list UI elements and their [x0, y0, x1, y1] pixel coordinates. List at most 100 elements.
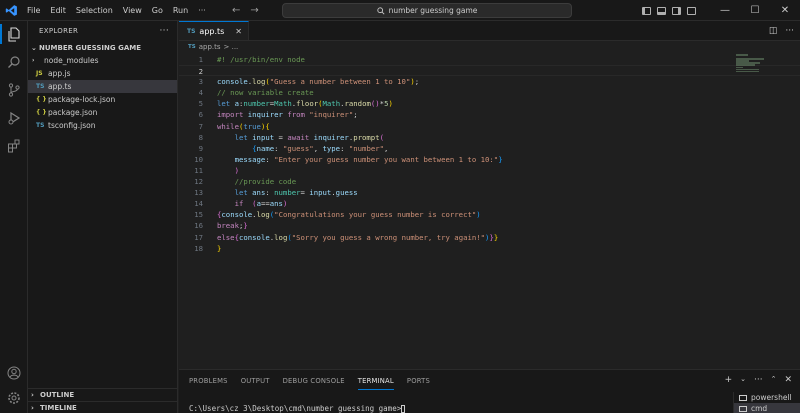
panel-tab[interactable]: TERMINAL [357, 370, 395, 392]
new-terminal-icon[interactable]: + [725, 375, 733, 385]
menu-item[interactable]: Go [147, 0, 168, 21]
more-actions-icon[interactable]: ··· [754, 375, 763, 385]
toggle-sidebar-icon[interactable] [642, 6, 651, 15]
tab-app-ts[interactable]: TS app.ts ✕ [179, 21, 249, 40]
code-token: ; [414, 77, 420, 87]
menu-item[interactable]: Selection [71, 0, 118, 21]
code-token: break [217, 221, 239, 231]
panel-tab[interactable]: OUTPUT [241, 370, 270, 392]
close-panel-icon[interactable]: ✕ [784, 375, 792, 385]
tab-close-icon[interactable]: ✕ [235, 27, 242, 36]
panel-tab[interactable]: PORTS [407, 370, 430, 392]
explorer-icon[interactable] [4, 24, 24, 44]
code-token: floor [296, 99, 319, 109]
outline-section[interactable]: › OUTLINE [28, 388, 178, 401]
code-line: 2 [179, 65, 800, 77]
code-token: number [243, 99, 270, 109]
file-tree-item[interactable]: JS app.js [28, 67, 177, 80]
code-token: let [234, 132, 253, 142]
customize-layout-icon[interactable] [687, 6, 696, 15]
toggle-secondary-sidebar-icon[interactable] [672, 6, 681, 15]
code-token: "inquirer" [309, 110, 354, 120]
editor-area: TS app.ts ✕ ◫ ··· TS app.ts > ... 1 #! /u… [179, 21, 800, 369]
source-control-icon[interactable] [4, 80, 24, 100]
back-arrow-icon[interactable]: ← [232, 5, 240, 16]
minimap[interactable] [736, 54, 778, 74]
settings-gear-icon[interactable] [4, 388, 24, 408]
code-line: 14 if (a==ans) [179, 198, 800, 209]
terminal-icon [739, 394, 747, 401]
run-debug-icon[interactable] [4, 108, 24, 128]
file-tree-item[interactable]: TS tsconfig.json [28, 119, 177, 132]
terminal-prompt-line[interactable]: C:\Users\cz 3\Desktop\cmd\number guessin… [189, 404, 406, 413]
code-line: 5 let a:number=Math.floor(Math.random()*5… [179, 98, 800, 109]
menu-item[interactable]: Edit [45, 0, 71, 21]
code-token: guess [335, 188, 358, 198]
close-button[interactable]: ✕ [770, 0, 800, 21]
file-type-icon: TS [36, 83, 45, 90]
typescript-file-icon: TS [187, 27, 196, 35]
code-editor[interactable]: 1 #! /usr/bin/env node 2 3 console.log("Gues… [179, 54, 800, 254]
code-text: {name: "guess", type: "number", [203, 143, 388, 154]
file-tree-item[interactable]: { } package.json [28, 106, 177, 119]
terminal-icon [739, 405, 747, 412]
line-number: 9 [198, 143, 203, 153]
maximize-panel-icon[interactable]: ⌃ [771, 375, 777, 385]
accounts-icon[interactable] [4, 363, 24, 383]
code-token: } [493, 232, 499, 242]
code-token: ) [282, 199, 288, 209]
line-number: 14 [194, 199, 203, 209]
extensions-icon[interactable] [4, 136, 24, 156]
file-tree-label: app.js [48, 69, 71, 78]
menu-item[interactable]: File [22, 0, 45, 21]
workspace-folder[interactable]: ⌄ NUMBER GUESSING GAME [28, 41, 177, 54]
minimap-line [736, 54, 748, 56]
breadcrumb-file[interactable]: app.ts [199, 43, 221, 51]
menu-item[interactable]: ··· [193, 0, 211, 21]
code-token: input [309, 188, 332, 198]
chevron-right-icon: › [31, 404, 34, 412]
chevron-down-icon[interactable]: ⌄ [740, 375, 746, 385]
panel-tab[interactable]: DEBUG CONSOLE [283, 370, 345, 392]
terminal-instance[interactable]: cmd [734, 403, 800, 413]
menu-item[interactable]: Run [168, 0, 193, 21]
forward-arrow-icon[interactable]: → [250, 5, 258, 16]
menu-item[interactable]: View [118, 0, 147, 21]
timeline-section[interactable]: › TIMELINE [28, 401, 178, 413]
code-line: 10 message: "Enter your guess number you… [179, 154, 800, 165]
minimize-button[interactable]: — [710, 0, 740, 21]
vscode-logo-icon [0, 0, 22, 21]
file-tree-item[interactable]: TS app.ts [28, 80, 177, 93]
explorer-more-actions-icon[interactable]: ··· [160, 26, 169, 36]
file-tree-item[interactable]: { } package-lock.json [28, 93, 177, 106]
more-actions-icon[interactable]: ··· [785, 26, 794, 36]
code-token: // now variable create [217, 88, 314, 98]
breadcrumb-separator: > ... [223, 43, 239, 51]
file-tree-item[interactable]: › node_modules [28, 54, 177, 67]
command-center-search[interactable]: number guessing game [282, 3, 572, 18]
code-text: let ans: number= input.guess [203, 187, 358, 198]
file-type-icon: { } [36, 96, 47, 103]
code-token: log [252, 77, 266, 87]
maximize-button[interactable]: ☐ [740, 0, 770, 21]
explorer-header: EXPLORER ··· [28, 21, 177, 41]
code-text: while(true){ [203, 121, 270, 132]
split-editor-icon[interactable]: ◫ [769, 26, 778, 36]
line-number: 15 [194, 210, 203, 220]
panel-actions: + ⌄ ··· ⌃ ✕ [725, 375, 792, 385]
toggle-panel-icon[interactable] [657, 6, 666, 15]
panel-tab[interactable]: PROBLEMS [189, 370, 228, 392]
bottom-panel: PROBLEMS OUTPUT DEBUG CONSOLE TERMINAL PORTS… [179, 369, 800, 413]
code-token: random [344, 99, 371, 109]
code-text: ) [203, 165, 239, 176]
code-token: console [238, 232, 270, 242]
code-token: type [322, 143, 341, 153]
search-icon[interactable] [4, 52, 24, 72]
file-tree-label: tsconfig.json [48, 121, 96, 130]
code-text: {console.log("Congratulations your guess… [203, 209, 481, 220]
search-text: number guessing game [388, 6, 478, 15]
terminal-instance[interactable]: powershell [734, 392, 800, 403]
code-token: log [274, 232, 288, 242]
